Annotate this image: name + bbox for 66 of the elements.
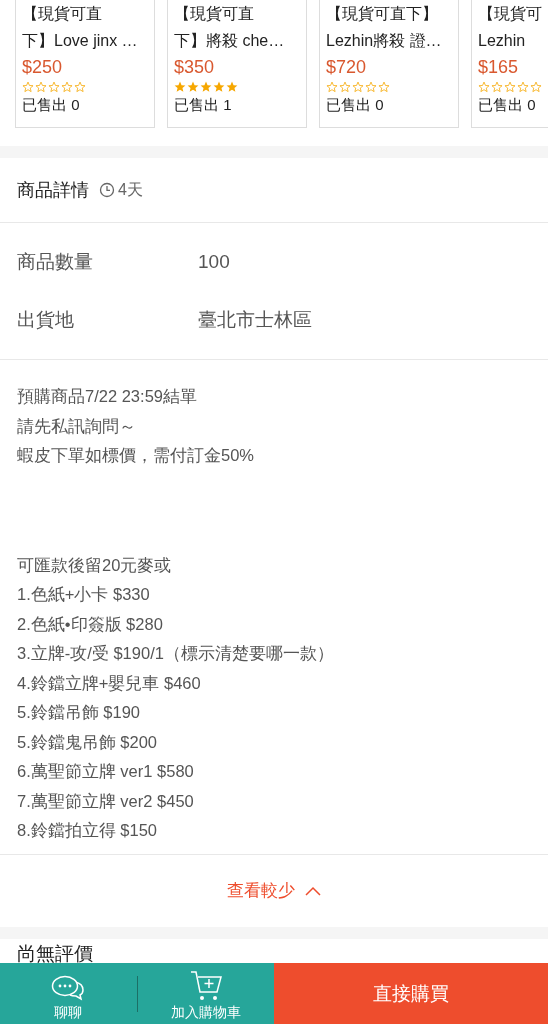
description-line: 3.立牌-攻/受 $190/1（標示清楚要哪一款）: [17, 643, 335, 664]
product-card[interactable]: 【現貨可直下】 Lezhin將殺 證… $720 已售出 0: [319, 0, 459, 128]
star-icon: [48, 81, 60, 93]
star-icon: [200, 81, 212, 93]
show-less-button[interactable]: 查看較少: [223, 875, 325, 906]
star-icon: [365, 81, 377, 93]
product-title: 【現貨可直: [174, 4, 255, 24]
product-title: Lezhin: [478, 31, 527, 51]
star-icon: [504, 81, 516, 93]
spec-value: 100: [198, 251, 230, 273]
product-title: 【現貨可: [478, 4, 543, 24]
star-icon: [22, 81, 34, 93]
description-line: 5.鈴鐺鬼吊飾 $200: [17, 731, 159, 753]
product-card[interactable]: 【現貨可 Lezhin $165 已售出 0: [471, 0, 548, 128]
chat-bubbles-icon: [51, 974, 86, 1002]
clock-icon: [99, 182, 115, 198]
sold-count: 已售出 0: [22, 95, 81, 115]
description-line: 可匯款後留20元麥或: [17, 554, 173, 576]
sold-count: 已售出 1: [174, 95, 233, 115]
sold-count: 已售出 0: [478, 95, 537, 115]
star-icon: [187, 81, 199, 93]
star-icon: [352, 81, 364, 93]
spec-value: 臺北市士林區: [198, 308, 312, 332]
star-icon: [326, 81, 338, 93]
star-icon: [517, 81, 529, 93]
product-title: 下】Love jinx …: [22, 31, 139, 51]
star-icon: [74, 81, 86, 93]
product-title: 【現貨可直: [22, 4, 103, 24]
product-price: $350: [174, 56, 216, 79]
description-line: 7.萬聖節立牌 ver2 $450: [17, 790, 195, 812]
description-line: 8.鈴鐺拍立得 $150: [17, 820, 159, 841]
description-line: 5.鈴鐺吊飾 $190: [17, 702, 142, 723]
star-icon: [61, 81, 73, 93]
spec-label: 出貨地: [17, 308, 75, 332]
description-line: 預購商品7/22 23:59結單: [17, 386, 198, 407]
description-line: 請先私訊詢問～: [17, 415, 137, 437]
description-line: 1.色紙+小卡 $330: [17, 584, 151, 605]
star-icon: [174, 81, 186, 93]
star-icon: [35, 81, 47, 93]
star-icon: [378, 81, 390, 93]
star-icon: [478, 81, 490, 93]
product-price: $250: [22, 56, 64, 79]
product-title: Lezhin將殺 證…: [326, 31, 443, 51]
product-title: 下】將殺 che…: [174, 31, 286, 51]
caret-icon: [305, 885, 321, 896]
description-line: 6.萬聖節立牌 ver1 $580: [17, 761, 195, 782]
star-icon: [213, 81, 225, 93]
description-line: 蝦皮下單如標價，需付訂金50%: [17, 445, 256, 466]
star-icon: [339, 81, 351, 93]
sold-count: 已售出 0: [326, 95, 385, 115]
cart-icon: [188, 970, 223, 1002]
product-price: $165: [478, 56, 520, 79]
section-title: 商品詳情: [17, 179, 89, 202]
buy-now-button[interactable]: 直接購買: [274, 963, 548, 1024]
product-card[interactable]: 【現貨可直 下】Love jinx … $250 已售出 0: [15, 0, 155, 128]
product-title: 【現貨可直下】: [326, 4, 439, 24]
description-line: 2.色紙•印簽版 $280: [17, 613, 164, 635]
section-title: 尚無評價: [17, 941, 94, 966]
product-price: $720: [326, 56, 368, 79]
star-icon: [226, 81, 238, 93]
star-icon: [530, 81, 542, 93]
product-card[interactable]: 【現貨可直 下】將殺 che… $350 已售出 1: [167, 0, 307, 128]
time-left: 4天: [118, 179, 143, 200]
star-icon: [491, 81, 503, 93]
spec-label: 商品數量: [17, 250, 94, 274]
description-line: 4.鈴鐺立牌+嬰兒車 $460: [17, 672, 202, 694]
